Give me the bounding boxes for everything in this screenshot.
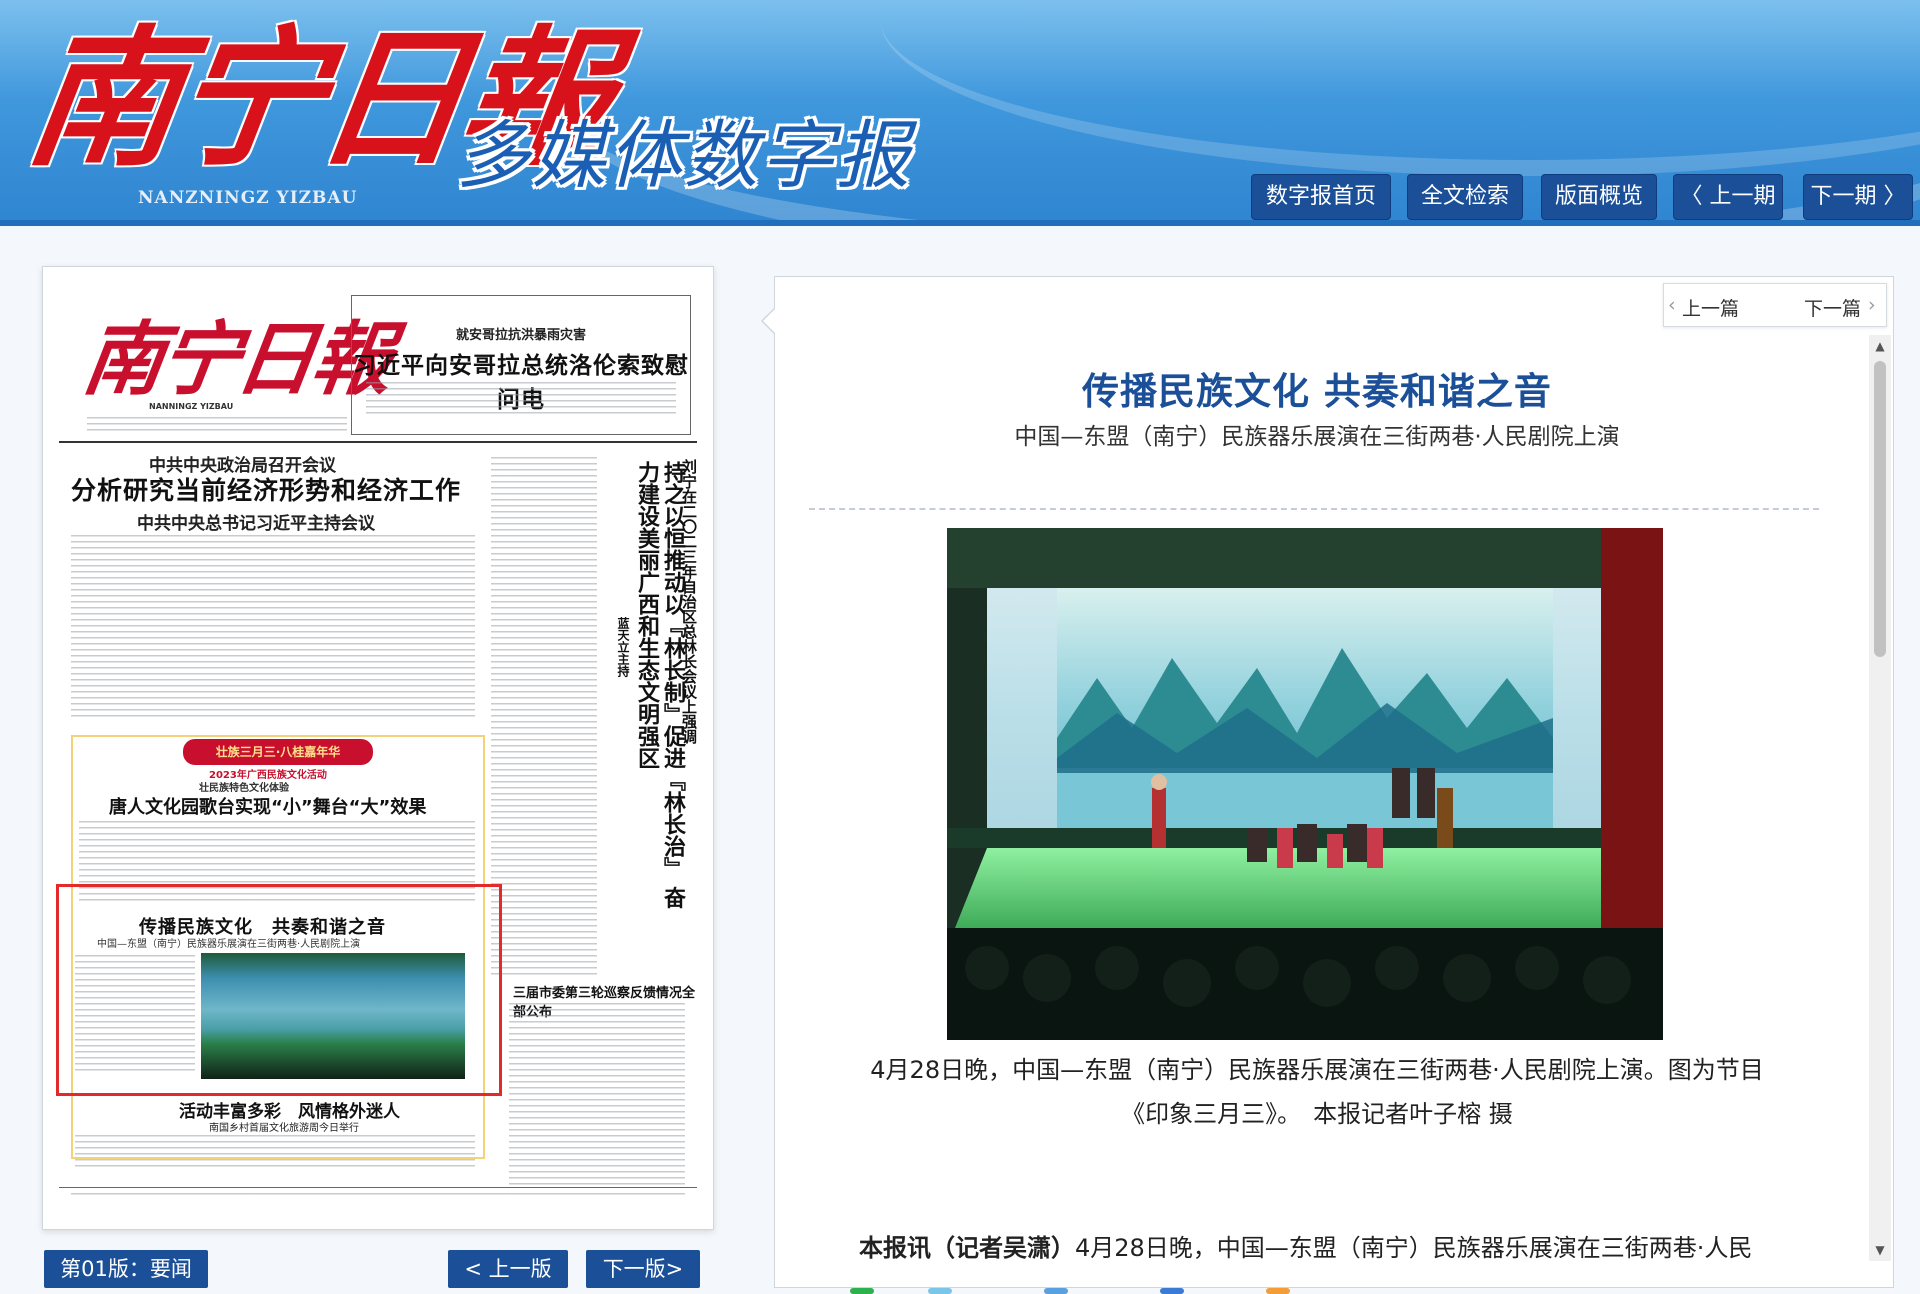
next-article-arrow-icon: ›	[1868, 294, 1876, 316]
title-separator	[809, 508, 1819, 510]
photo-caption-line-1: 4月28日晚，中国—东盟（南宁）民族器乐展演在三街两巷·人民剧院上演。图为节目	[870, 1056, 1764, 1084]
prev-page-button[interactable]: < 上一版	[448, 1250, 568, 1288]
article-body: 本报讯（记者吴潇）4月28日晚，中国—东盟（南宁）民族器乐展演在三街两巷·人民	[859, 1226, 1799, 1270]
bottom-subhead: 南国乡村首届文化旅游周今日举行	[209, 1123, 359, 1134]
article-lead: 本报讯（记者吴潇）	[859, 1234, 1075, 1262]
site-header: 南宁日報 NANZNINGZ YIZBAU 多媒体数字报 数字报首页 全文检索 …	[0, 0, 1920, 226]
vertical-headline[interactable]: 持之以恒推动以『林长制』促进『林长治』 奋力建设美丽广西和生态文明强区	[633, 461, 685, 921]
article-photo[interactable]	[947, 528, 1663, 1040]
newspaper-masthead: 南宁日報	[77, 312, 395, 406]
photo-caption: 4月28日晚，中国—东盟（南宁）民族器乐展演在三街两巷·人民剧院上演。图为节目 …	[835, 1048, 1799, 1136]
feature-headline[interactable]: 唐人文化园歌台实现“小”舞台“大”效果	[109, 793, 426, 819]
selected-article-highlight[interactable]	[56, 884, 502, 1096]
top-news-kicker: 就安哥拉抗洪暴雨灾害	[455, 328, 586, 343]
feature-banner: 壮族三月三·八桂嘉年华	[183, 739, 373, 765]
lead-headline[interactable]: 分析研究当前经济形势和经济工作	[71, 471, 461, 507]
vertical-byline: 蓝天立主持	[616, 617, 630, 677]
header-baseline	[0, 220, 1920, 226]
feature-kicker-2: 壮民族特色文化体验	[199, 783, 289, 794]
share-icon[interactable]	[928, 1288, 952, 1294]
footer-text	[71, 1193, 685, 1199]
lead-article-text	[71, 535, 475, 721]
share-icon[interactable]	[1266, 1288, 1290, 1294]
newspaper-info-bar	[67, 415, 357, 433]
scrollbar-thumb[interactable]	[1874, 361, 1886, 657]
article-title: 传播民族文化 共奏和谐之音	[1082, 370, 1552, 413]
panel-pointer-inner	[763, 309, 775, 333]
footer-rule	[59, 1187, 697, 1188]
column-article-text	[491, 457, 597, 977]
right-column-text	[509, 1003, 685, 1187]
nav-overview-button[interactable]: 版面概览	[1542, 175, 1656, 219]
nav-home-button[interactable]: 数字报首页	[1252, 175, 1390, 219]
article-subtitle: 中国—东盟（南宁）民族器乐展演在三街两巷·人民剧院上演	[1014, 424, 1620, 450]
bottom-text	[75, 1135, 475, 1171]
scroll-down-icon[interactable]: ▼	[1869, 1239, 1891, 1261]
newspaper-masthead-english: NANNINGZ YIZBAU	[149, 402, 234, 411]
top-news-box[interactable]: 就安哥拉抗洪暴雨灾害 习近平向安哥拉总统洛伦索致慰问电	[351, 295, 691, 435]
lead-subhead: 中共中央总书记习近平主持会议	[137, 514, 375, 534]
article-pager: ‹ 上一篇 下一篇 ›	[1663, 283, 1887, 327]
article-body-text: 4月28日晚，中国—东盟（南宁）民族器乐展演在三街两巷·人民	[1075, 1234, 1753, 1262]
article-scrollbar[interactable]: ▲ ▼	[1869, 335, 1891, 1261]
nav-next-issue-button[interactable]: 下一期 〉	[1804, 175, 1912, 219]
stage-photo-illustration	[947, 528, 1663, 1040]
next-page-button[interactable]: 下一版>	[586, 1250, 700, 1288]
scroll-up-icon[interactable]: ▲	[1869, 335, 1891, 357]
vertical-kicker: 刘宁在二〇二三年自治区总林长会议上强调	[680, 459, 698, 744]
share-wechat-icon[interactable]	[850, 1288, 874, 1294]
next-article-link[interactable]: 下一篇	[1804, 294, 1861, 321]
nav-prev-issue-button[interactable]: 〈 上一期	[1674, 175, 1782, 219]
prev-article-link[interactable]: 上一篇	[1682, 294, 1739, 321]
share-icon[interactable]	[1044, 1288, 1068, 1294]
share-icon[interactable]	[1160, 1288, 1184, 1294]
article-panel: ‹ 上一篇 下一篇 › 传播民族文化 共奏和谐之音 中国—东盟（南宁）民族器乐展…	[761, 276, 1894, 1288]
site-subtitle: 多媒体数字报	[456, 113, 912, 199]
nav-search-button[interactable]: 全文检索	[1408, 175, 1522, 219]
section-rule	[59, 441, 697, 443]
site-logo-english: NANZNINGZ YIZBAU	[138, 188, 358, 208]
page-label: 第01版：要闻	[44, 1250, 208, 1288]
photo-caption-line-2: 《印象三月三》。 本报记者叶子榕 摄	[1121, 1100, 1513, 1128]
prev-article-arrow-icon: ‹	[1668, 294, 1676, 316]
